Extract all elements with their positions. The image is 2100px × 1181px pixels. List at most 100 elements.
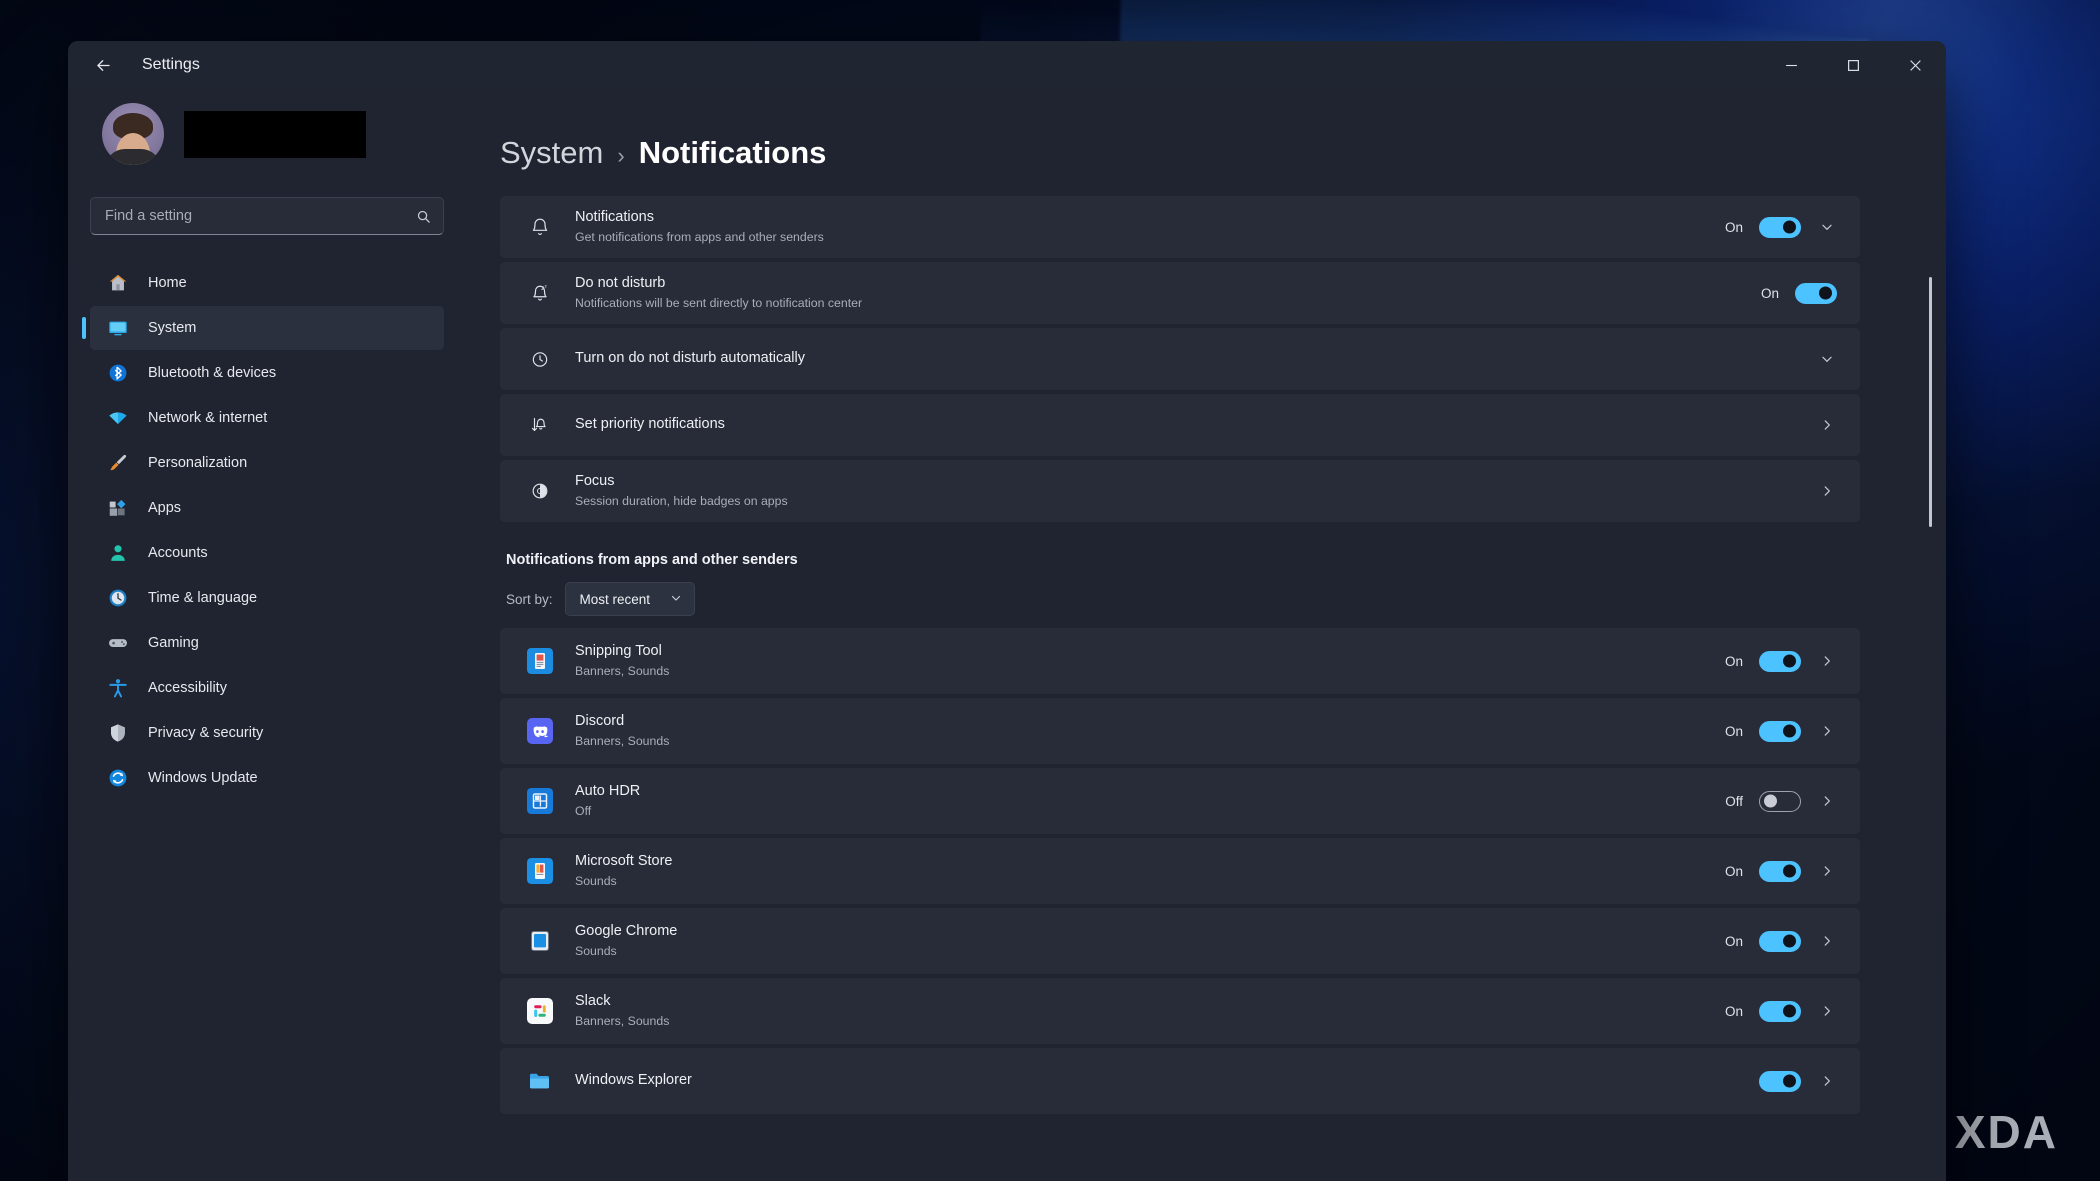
app-row[interactable]: SlackBanners, SoundsOn (500, 978, 1860, 1044)
chevron-down-icon (670, 592, 682, 607)
apps-section-heading: Notifications from apps and other sender… (506, 552, 1860, 568)
scrollbar-thumb[interactable] (1929, 277, 1932, 527)
settings-toggle[interactable] (1759, 217, 1801, 238)
sidebar-item-home[interactable]: Home (90, 261, 444, 305)
app-toggle[interactable] (1759, 791, 1801, 812)
windows-explorer-icon (527, 1068, 553, 1094)
sidebar-item-label: Gaming (148, 635, 199, 651)
settings-cards-list: NotificationsGet notifications from apps… (500, 196, 1860, 522)
app-row[interactable]: Windows Explorer (500, 1048, 1860, 1114)
sidebar-item-system[interactable]: System (90, 306, 444, 350)
app-detail: Banners, Sounds (575, 1013, 1721, 1030)
focus-icon (525, 481, 555, 501)
app-toggle-state-label: On (1721, 864, 1743, 879)
app-detail: Off (575, 803, 1721, 820)
app-controls: On (1721, 721, 1837, 742)
microsoft-store-icon (527, 858, 553, 884)
app-row[interactable]: Auto HDROffOff (500, 768, 1860, 834)
sidebar-item-time-language[interactable]: Time & language (90, 576, 444, 620)
settings-card-subtitle: Get notifications from apps and other se… (575, 229, 1721, 246)
accessibility-icon (106, 676, 130, 700)
chevron-right-icon[interactable] (1817, 1004, 1837, 1018)
chevron-right-icon[interactable] (1817, 724, 1837, 738)
app-text: Snipping ToolBanners, Sounds (575, 642, 1721, 681)
app-row[interactable]: Snipping ToolBanners, SoundsOn (500, 628, 1860, 694)
chevron-right-icon[interactable] (1817, 654, 1837, 668)
chevron-right-icon[interactable] (1817, 418, 1837, 432)
app-detail: Sounds (575, 873, 1721, 890)
sidebar-item-personalization[interactable]: Personalization (90, 441, 444, 485)
app-detail: Sounds (575, 943, 1721, 960)
clock-outline-icon (525, 349, 555, 369)
sidebar-item-windows-update[interactable]: Windows Update (90, 756, 444, 800)
settings-card-notifications[interactable]: NotificationsGet notifications from apps… (500, 196, 1860, 258)
app-toggle[interactable] (1759, 931, 1801, 952)
sidebar-item-accessibility[interactable]: Accessibility (90, 666, 444, 710)
app-toggle-state-label: On (1721, 724, 1743, 739)
app-row[interactable]: Google ChromeSoundsOn (500, 908, 1860, 974)
sidebar-item-network-internet[interactable]: Network & internet (90, 396, 444, 440)
chevron-down-icon[interactable] (1817, 352, 1837, 366)
chevron-right-icon[interactable] (1817, 794, 1837, 808)
settings-card-turn-on-do-not-disturb-automatically[interactable]: Turn on do not disturb automatically (500, 328, 1860, 390)
update-icon (106, 766, 130, 790)
app-toggle-state-label: Off (1721, 794, 1743, 809)
app-toggle[interactable] (1759, 1071, 1801, 1092)
do-not-disturb-icon: zz (525, 283, 555, 303)
window-title: Settings (142, 56, 200, 74)
app-toggle[interactable] (1759, 861, 1801, 882)
close-button[interactable] (1884, 41, 1946, 89)
sidebar-item-gaming[interactable]: Gaming (90, 621, 444, 665)
back-button[interactable] (86, 48, 120, 82)
sort-by-label: Sort by: (506, 592, 553, 607)
app-controls: Off (1721, 791, 1837, 812)
app-icon-wrap (525, 1068, 555, 1094)
sidebar-item-accounts[interactable]: Accounts (90, 531, 444, 575)
chevron-right-icon[interactable] (1817, 484, 1837, 498)
search-input[interactable] (105, 208, 416, 224)
google-chrome-icon (527, 928, 553, 954)
app-toggle-state-label: On (1721, 934, 1743, 949)
app-controls (1759, 1071, 1837, 1092)
title-bar: Settings (68, 41, 1946, 89)
app-name: Discord (575, 712, 1721, 732)
breadcrumb-separator-icon: › (617, 143, 624, 169)
app-name: Windows Explorer (575, 1071, 1759, 1091)
sidebar-item-label: System (148, 320, 196, 336)
gamepad-icon (106, 631, 130, 655)
content-scrollbar[interactable] (1926, 181, 1936, 1165)
app-icon-wrap (525, 718, 555, 744)
app-row[interactable]: DiscordBanners, SoundsOn (500, 698, 1860, 764)
settings-card-controls (1817, 418, 1837, 432)
app-controls: On (1721, 931, 1837, 952)
settings-card-title: Do not disturb (575, 274, 1757, 294)
chevron-right-icon[interactable] (1817, 864, 1837, 878)
chevron-right-icon[interactable] (1817, 1074, 1837, 1088)
settings-card-title: Turn on do not disturb automatically (575, 349, 1817, 369)
settings-card-do-not-disturb[interactable]: zzDo not disturbNotifications will be se… (500, 262, 1860, 324)
sidebar-item-bluetooth-devices[interactable]: Bluetooth & devices (90, 351, 444, 395)
app-toggle[interactable] (1759, 651, 1801, 672)
account-block[interactable] (90, 89, 444, 171)
app-text: Windows Explorer (575, 1071, 1759, 1091)
sidebar-item-apps[interactable]: Apps (90, 486, 444, 530)
shield-icon (106, 721, 130, 745)
settings-toggle[interactable] (1795, 283, 1837, 304)
maximize-button[interactable] (1822, 41, 1884, 89)
settings-card-controls (1817, 352, 1837, 366)
discord-icon (527, 718, 553, 744)
minimize-button[interactable] (1760, 41, 1822, 89)
breadcrumb-parent[interactable]: System (500, 135, 603, 171)
app-toggle[interactable] (1759, 1001, 1801, 1022)
sidebar-item-privacy-security[interactable]: Privacy & security (90, 711, 444, 755)
settings-card-set-priority-notifications[interactable]: Set priority notifications (500, 394, 1860, 456)
app-detail: Banners, Sounds (575, 733, 1721, 750)
app-row[interactable]: Microsoft StoreSoundsOn (500, 838, 1860, 904)
app-controls: On (1721, 861, 1837, 882)
chevron-down-icon[interactable] (1817, 220, 1837, 234)
app-toggle[interactable] (1759, 721, 1801, 742)
search-box[interactable] (90, 197, 444, 235)
settings-card-focus[interactable]: FocusSession duration, hide badges on ap… (500, 460, 1860, 522)
sort-by-select[interactable]: Most recent (565, 582, 696, 616)
chevron-right-icon[interactable] (1817, 934, 1837, 948)
